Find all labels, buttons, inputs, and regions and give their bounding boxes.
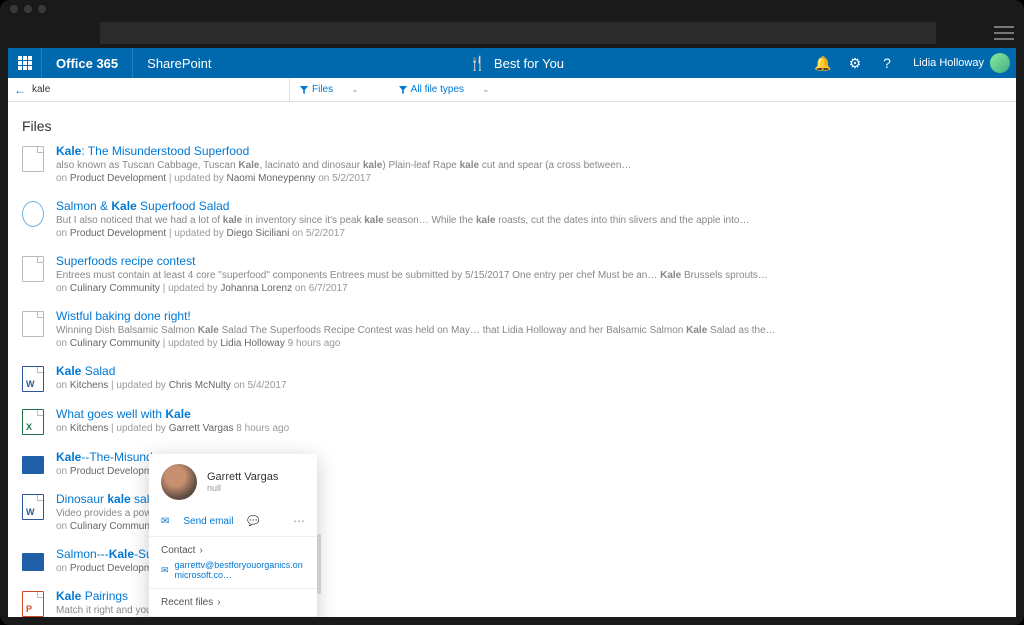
suite-bar: Office 365 SharePoint 🍴 Best for You 🔔 ⚙… (8, 48, 1016, 78)
help-icon[interactable]: ? (871, 48, 903, 78)
site-name: Best for You (494, 56, 564, 71)
settings-gear-icon[interactable]: ⚙ (839, 48, 871, 78)
window-titlebar (0, 0, 1024, 18)
result-snippet: Entrees must contain at least 4 core "su… (56, 270, 806, 281)
excel-icon (22, 409, 44, 435)
chevron-right-icon: › (217, 597, 220, 608)
result-meta: on Culinary Community | updated by Johan… (56, 283, 1002, 294)
suite-app-name[interactable]: SharePoint (133, 48, 225, 78)
person-name: Garrett Vargas (207, 471, 278, 483)
avatar (161, 464, 197, 500)
result-title[interactable]: Salmon & Kale Superfood Salad (56, 199, 1002, 213)
more-ellipsis-icon[interactable]: ⋯ (293, 514, 305, 528)
result-meta: on Culinary Community | updated by Lidia… (56, 338, 1002, 349)
result-title[interactable]: Wistful baking done right! (56, 309, 1002, 323)
wiki-icon (22, 146, 44, 172)
filter-funnel-icon (399, 86, 407, 94)
browser-window: Office 365 SharePoint 🍴 Best for You 🔔 ⚙… (0, 0, 1024, 625)
chevron-down-icon: ⌄ (482, 84, 490, 95)
url-bar[interactable] (100, 22, 936, 44)
result-meta: on Product Development | updated by Naom… (56, 173, 1002, 184)
search-result: Salmon & Kale Superfood Salad But I also … (22, 199, 1002, 239)
filter-type[interactable]: Files ⌄ (290, 84, 369, 95)
window-max-dot[interactable] (38, 5, 46, 13)
word-icon (22, 366, 44, 392)
chevron-right-icon: › (199, 545, 202, 556)
folder-icon (22, 553, 44, 571)
user-menu[interactable]: Lidia Holloway (903, 48, 1016, 78)
search-result: Superfoods recipe contest Entrees must co… (22, 254, 1002, 294)
people-hover-card: Garrett Vargas null ✉ Send email 💬 ⋯ Con… (149, 454, 317, 617)
word-icon (22, 494, 44, 520)
result-title[interactable]: Kale: The Misunderstood Superfood (56, 144, 1002, 158)
recent-file-row[interactable]: What goes well with KaleModified 11/5/20… (149, 616, 317, 617)
back-button[interactable]: ← (8, 83, 32, 97)
contact-section-header[interactable]: Contact › (161, 545, 305, 556)
result-meta: on Kitchens | updated by Garrett Vargas … (56, 423, 1002, 434)
result-meta: on Product Development | updated by Dieg… (56, 228, 1002, 239)
filter-funnel-icon (300, 86, 308, 94)
window-min-dot[interactable] (24, 5, 32, 13)
browser-toolbar (0, 18, 1024, 48)
search-term: kale (32, 84, 50, 95)
hamburger-icon[interactable] (994, 26, 1014, 40)
result-snippet: also known as Tuscan Cabbage, Tuscan Kal… (56, 160, 806, 171)
search-result: Wistful baking done right! Winning Dish B… (22, 309, 1002, 349)
person-subtitle: null (207, 483, 278, 493)
chevron-down-icon: ⌄ (351, 84, 359, 95)
result-title[interactable]: Kale Salad (56, 364, 1002, 378)
search-result: What goes well with Kale on Kitchens | up… (22, 407, 1002, 435)
recent-files-header[interactable]: Recent files › (149, 597, 317, 612)
result-title[interactable]: Superfoods recipe contest (56, 254, 1002, 268)
app-launcher-icon[interactable] (8, 48, 42, 78)
file-icon (22, 311, 44, 337)
result-snippet: But I also noticed that we had a lot of … (56, 215, 806, 226)
search-result: Kale: The Misunderstood Superfood also kn… (22, 144, 1002, 184)
notifications-icon[interactable]: 🔔 (807, 48, 839, 78)
page-title: Files (22, 118, 1002, 134)
web-icon (22, 201, 44, 227)
filter-file-types[interactable]: All file types ⌄ (389, 84, 500, 95)
site-header[interactable]: 🍴 Best for You (225, 55, 807, 72)
filter-bar: ← kale Files ⌄ All file types ⌄ (8, 78, 1016, 102)
site-logo-icon: 🍴 (468, 55, 485, 72)
app-shell: Office 365 SharePoint 🍴 Best for You 🔔 ⚙… (8, 48, 1016, 617)
result-title[interactable]: What goes well with Kale (56, 407, 1002, 421)
contact-email[interactable]: ✉ garrettv@bestforyouorganics.onmicrosof… (161, 560, 305, 580)
result-snippet: Winning Dish Balsamic Salmon Kale Salad … (56, 325, 806, 336)
wiki-icon (22, 256, 44, 282)
folder-icon (22, 456, 44, 474)
mail-icon[interactable]: ✉ (161, 516, 169, 527)
suite-brand[interactable]: Office 365 (42, 48, 133, 78)
result-meta: on Kitchens | updated by Chris McNulty o… (56, 380, 1002, 391)
search-result: Kale Salad on Kitchens | updated by Chris… (22, 364, 1002, 392)
user-name: Lidia Holloway (913, 57, 984, 69)
window-close-dot[interactable] (10, 5, 18, 13)
ppt-icon (22, 591, 44, 617)
avatar (990, 53, 1010, 73)
mail-icon: ✉ (161, 565, 169, 576)
scrollbar[interactable] (317, 534, 321, 594)
send-email-link[interactable]: Send email (183, 516, 233, 527)
chat-icon[interactable]: 💬 (247, 516, 259, 527)
